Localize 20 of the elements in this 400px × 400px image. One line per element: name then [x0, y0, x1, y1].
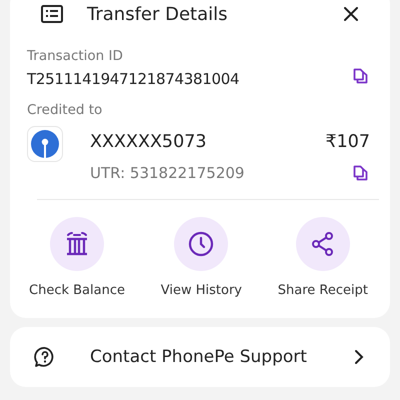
copy-icon[interactable]	[353, 68, 368, 84]
action-button[interactable]: Share Receipt	[278, 217, 368, 298]
close-icon[interactable]	[344, 7, 358, 21]
account-number: XXXXXX5073	[90, 132, 206, 152]
support-button[interactable]: Contact PhonePe Support	[10, 327, 390, 387]
field-label: Credited to	[27, 102, 104, 118]
amount: ₹107	[325, 132, 370, 152]
utr-number: UTR: 531822175209	[90, 164, 244, 182]
action-button[interactable]: View History	[160, 217, 242, 298]
copy-icon[interactable]	[353, 165, 368, 181]
section-title: Transfer Details	[87, 4, 229, 24]
list-icon	[41, 5, 63, 23]
chevron-icon	[354, 349, 364, 365]
share-icon	[310, 231, 335, 257]
action-button[interactable]: Check Balance	[29, 217, 125, 298]
field-label: Transaction ID	[27, 48, 124, 64]
bank-logo-icon	[27, 126, 63, 162]
transaction-id: T2511141947121874381004	[27, 70, 240, 88]
clock-icon	[188, 231, 214, 257]
help-icon	[34, 346, 56, 368]
